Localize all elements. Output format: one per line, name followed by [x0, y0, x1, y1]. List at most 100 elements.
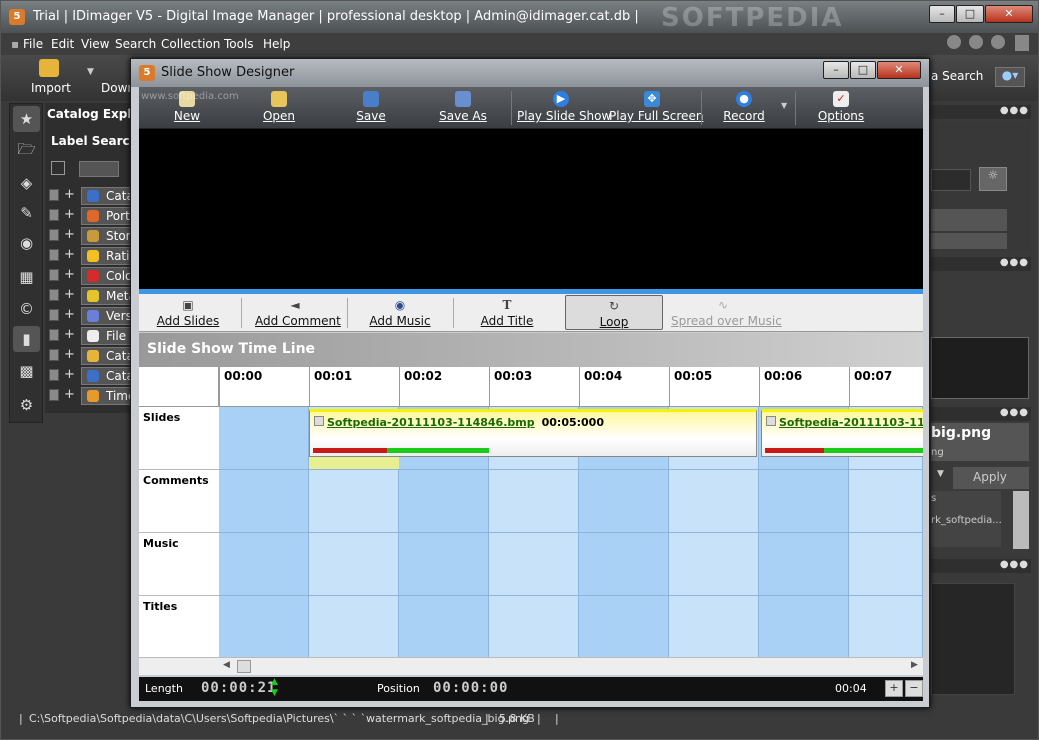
right-field-2[interactable]: [931, 233, 1007, 249]
info-circle-icon[interactable]: [969, 35, 983, 49]
menu-view[interactable]: View: [81, 37, 109, 51]
timeline-cell[interactable]: [399, 533, 489, 596]
timeline-cell[interactable]: [399, 470, 489, 533]
timeline-cell[interactable]: [489, 533, 579, 596]
timeline-cell[interactable]: [219, 470, 309, 533]
add-music-button[interactable]: ◉ Add Music: [365, 295, 435, 330]
menu-file[interactable]: File: [23, 37, 43, 51]
folder-icon[interactable]: 🗁: [13, 136, 40, 162]
open-button[interactable]: Open: [251, 89, 307, 127]
expand-icon[interactable]: +: [64, 307, 75, 322]
timeline-cell[interactable]: [849, 470, 923, 533]
maximize-button[interactable]: □: [956, 5, 984, 23]
expand-icon[interactable]: +: [64, 327, 75, 342]
chart-icon[interactable]: ▮: [13, 326, 40, 352]
add-comment-button[interactable]: ◄ Add Comment: [255, 295, 341, 330]
slide-clip[interactable]: Softpedia-20111103-1149: [761, 409, 923, 457]
zoom-out-icon[interactable]: −: [905, 680, 923, 697]
right-input[interactable]: [931, 169, 971, 191]
save-button[interactable]: Save: [343, 89, 399, 127]
add-title-button[interactable]: T Add Title: [469, 295, 545, 330]
add-slides-button[interactable]: ▣ Add Slides: [153, 295, 223, 330]
dialog-maximize-button[interactable]: □: [850, 61, 876, 79]
expand-icon[interactable]: +: [64, 187, 75, 202]
menu-help[interactable]: Help: [263, 37, 290, 51]
filter-icon[interactable]: [51, 161, 65, 175]
expand-icon[interactable]: +: [64, 387, 75, 402]
eye-icon[interactable]: ◉: [13, 230, 40, 256]
expand-icon[interactable]: +: [64, 287, 75, 302]
tree-icon[interactable]: ▩: [13, 358, 40, 384]
menu-tools[interactable]: Tools: [224, 37, 254, 51]
dialog-minimize-button[interactable]: –: [823, 61, 849, 79]
timeline-scrollbar[interactable]: ◀ ▶: [139, 657, 923, 675]
import-button[interactable]: Import: [31, 81, 71, 95]
copyright-icon[interactable]: ©: [13, 296, 40, 322]
timeline-cell[interactable]: [669, 596, 759, 657]
category-row[interactable]: + Cata: [49, 367, 139, 385]
timeline-cell[interactable]: [759, 596, 849, 657]
panel-toggle-icon[interactable]: [1015, 35, 1029, 51]
timeline-cell[interactable]: [219, 596, 309, 657]
gear-icon[interactable]: ⚙: [13, 392, 40, 418]
panel-controls-icon[interactable]: ●●●: [1000, 407, 1029, 418]
loop-button[interactable]: ↻ Loop: [565, 295, 663, 330]
timeline-cell[interactable]: [309, 533, 399, 596]
timeline-cell[interactable]: [849, 533, 923, 596]
clip-name[interactable]: Softpedia-20111103-114846.bmp: [327, 416, 535, 429]
menu-search[interactable]: Search: [115, 37, 156, 51]
timeline-cell[interactable]: [219, 533, 309, 596]
record-button[interactable]: ● Record: [717, 89, 771, 127]
timeline-cell[interactable]: [579, 533, 669, 596]
view-toggle[interactable]: [79, 161, 119, 177]
right-scrollbar[interactable]: [1013, 491, 1029, 549]
timeline-cell[interactable]: [309, 596, 399, 657]
apply-button[interactable]: Apply: [953, 467, 1029, 489]
globe-icon[interactable]: ●▾: [995, 67, 1025, 87]
sun-icon[interactable]: ☼: [979, 167, 1007, 191]
search-label[interactable]: a Search: [931, 69, 983, 83]
label-search-tab[interactable]: Label Search: [51, 134, 138, 148]
length-spinner-icon[interactable]: ▲ ▼: [271, 677, 278, 699]
spread-over-music-button[interactable]: ∿ Spread over Music: [671, 295, 782, 330]
play-fullscreen-button[interactable]: ✥ Play Full Screen: [609, 89, 703, 127]
timeline-cell[interactable]: [759, 470, 849, 533]
timeline-cell[interactable]: [399, 596, 489, 657]
expand-icon[interactable]: +: [64, 227, 75, 242]
panel-controls-icon[interactable]: ●●●: [1000, 559, 1029, 570]
dialog-close-button[interactable]: ✕: [877, 61, 921, 79]
timeline-cell[interactable]: [489, 470, 579, 533]
category-row[interactable]: + File T: [49, 327, 141, 345]
expand-icon[interactable]: +: [64, 207, 75, 222]
close-button[interactable]: ✕: [985, 5, 1033, 23]
category-row[interactable]: + Time: [49, 387, 139, 405]
expand-icon[interactable]: +: [64, 367, 75, 382]
timeline-cell[interactable]: [579, 596, 669, 657]
category-row[interactable]: + Colo: [49, 267, 139, 285]
category-row[interactable]: + Stor: [49, 227, 139, 245]
zoom-in-icon[interactable]: +: [885, 680, 903, 697]
record-dropdown-icon[interactable]: ▼: [781, 101, 787, 110]
panel-controls-icon[interactable]: ●●●: [1000, 105, 1029, 116]
expand-icon[interactable]: +: [64, 347, 75, 362]
expand-icon[interactable]: +: [64, 247, 75, 262]
scroll-left-icon[interactable]: ◀: [223, 660, 230, 670]
options-button[interactable]: ✓ Options: [811, 89, 871, 127]
import-icon[interactable]: [39, 59, 59, 77]
right-field[interactable]: [931, 209, 1007, 231]
scroll-right-icon[interactable]: ▶: [911, 660, 918, 670]
list-item[interactable]: s: [931, 493, 936, 504]
apply-dropdown-icon[interactable]: ▼: [937, 469, 944, 479]
category-row[interactable]: + Ratii: [49, 247, 139, 265]
star-icon[interactable]: ★: [13, 106, 40, 132]
category-row[interactable]: + Vers: [49, 307, 139, 325]
expand-icon[interactable]: +: [64, 267, 75, 282]
import-dropdown-icon[interactable]: ▼: [87, 67, 94, 77]
menu-edit[interactable]: Edit: [51, 37, 74, 51]
timeline-cell[interactable]: [309, 470, 399, 533]
timeline-cell[interactable]: [579, 470, 669, 533]
length-value[interactable]: 00:00:21: [201, 680, 276, 696]
timeline-cell[interactable]: [849, 596, 923, 657]
grid-icon[interactable]: ▦: [13, 264, 40, 290]
category-row[interactable]: + Cata: [49, 187, 139, 205]
